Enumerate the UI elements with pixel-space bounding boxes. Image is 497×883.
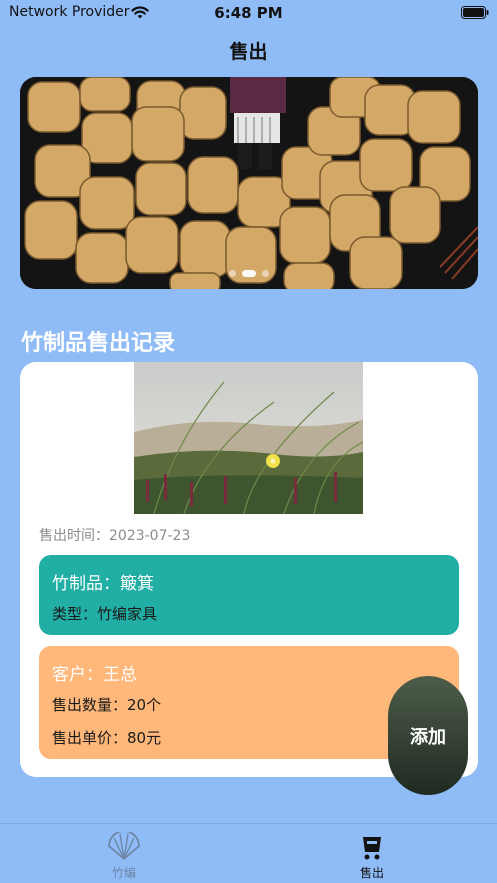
page-dot[interactable] <box>229 270 236 277</box>
page-dot-active[interactable] <box>242 270 256 277</box>
status-bar: Network Provider 6:48 PM <box>0 0 497 26</box>
page-dot[interactable] <box>262 270 269 277</box>
tab-sale[interactable]: 售出 <box>312 832 432 882</box>
battery-icon <box>461 6 489 19</box>
section-title: 竹制品售出记录 <box>21 331 176 356</box>
fan-icon <box>108 832 140 860</box>
sale-time: 售出时间：2023-07-23 <box>39 528 191 544</box>
cart-icon <box>363 837 381 860</box>
tab-label: 售出 <box>359 866 384 880</box>
banner-image <box>20 77 478 289</box>
page-indicator[interactable] <box>20 270 478 277</box>
add-button[interactable]: 添加 <box>388 676 468 795</box>
tab-label: 竹编 <box>111 866 136 880</box>
sale-quantity: 售出数量：20个 <box>52 696 162 714</box>
customer-name: 客户：王总 <box>52 665 137 685</box>
item-name: 竹制品：簸箕 <box>52 574 154 594</box>
record-photo <box>134 362 363 514</box>
tab-bamboo-weave[interactable]: 竹编 <box>64 832 184 882</box>
page-title: 售出 <box>229 41 268 63</box>
tab-bar: 竹编 售出 <box>0 823 497 883</box>
clock: 6:48 PM <box>214 4 283 22</box>
item-type: 类型：竹编家具 <box>52 605 158 623</box>
banner-carousel[interactable] <box>20 77 478 289</box>
item-info-box: 竹制品：簸箕 类型：竹编家具 <box>39 555 459 635</box>
sale-unit-price: 售出单价：80元 <box>52 729 162 747</box>
